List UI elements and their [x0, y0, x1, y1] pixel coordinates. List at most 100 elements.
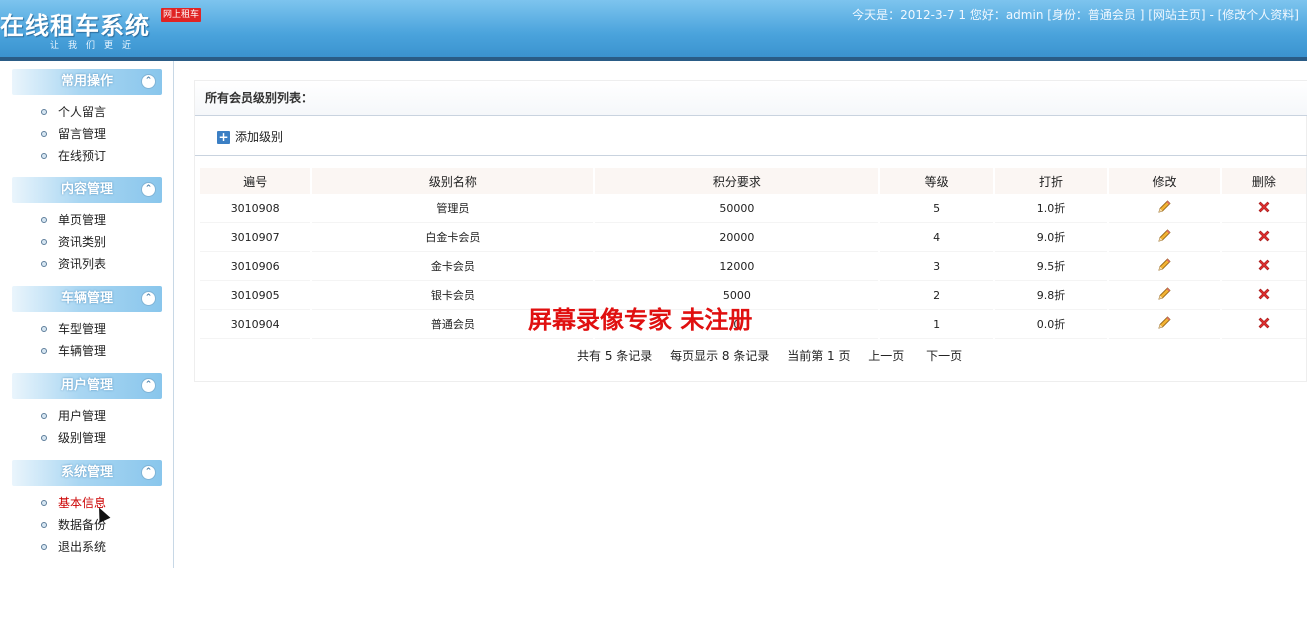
collapse-icon[interactable]: ⌃: [141, 465, 156, 480]
cell-level: 5: [880, 194, 993, 223]
delete-icon[interactable]: [1256, 199, 1272, 215]
bullet-icon: [41, 131, 47, 137]
cell-delete: [1221, 223, 1306, 252]
cell-level-name[interactable]: 金卡会员: [312, 252, 594, 281]
pager-current: 当前第 1 页: [787, 349, 851, 363]
menu-title-common[interactable]: 常用操作 ⌃: [12, 69, 162, 95]
cell-discount: 0.0折: [994, 310, 1108, 339]
cell-id: 3010905: [200, 281, 311, 310]
profile-link[interactable]: [修改个人资料]: [1218, 8, 1299, 22]
cell-level: 2: [880, 281, 993, 310]
menu-title-vehicle[interactable]: 车辆管理 ⌃: [12, 286, 162, 312]
cell-discount: 9.5折: [994, 252, 1108, 281]
bullet-icon: [41, 544, 47, 550]
menu-item-level-manage[interactable]: 级别管理: [12, 427, 162, 449]
cell-level-name[interactable]: 白金卡会员: [312, 223, 594, 252]
logo-slogan: 让我们更近: [50, 41, 141, 51]
table-row: 3010907 白金卡会员 20000 4 9.0折: [200, 223, 1306, 252]
cell-id: 3010904: [200, 310, 311, 339]
menu-item-car-model[interactable]: 车型管理: [12, 318, 162, 340]
pager-per-page: 每页显示 8 条记录: [670, 349, 770, 363]
sidebar: 常用操作 ⌃ 个人留言 留言管理 在线预订 内容管理 ⌃ 单页管理 资讯类别 资讯列…: [0, 61, 174, 568]
level-table: 遍号 级别名称 积分要求 等级 打折 修改 删除 3010908 管理员 50000…: [198, 168, 1307, 339]
menu-item-data-backup[interactable]: 数据备份: [12, 514, 162, 536]
cell-delete: [1221, 194, 1306, 223]
col-header-delete: 删除: [1221, 168, 1306, 194]
main-panel: 所有会员级别列表： + 添加级别 遍号 级别名称 积分要求 等级 打折 修改 删除…: [194, 80, 1307, 382]
next-page-link[interactable]: 下一页: [926, 349, 962, 363]
logo-text: 在线租车系统: [0, 12, 150, 40]
menu-group-content: 内容管理 ⌃ 单页管理 资讯类别 资讯列表: [12, 177, 162, 275]
collapse-icon[interactable]: ⌃: [141, 291, 156, 306]
menu-item-vehicle-manage[interactable]: 车辆管理: [12, 340, 162, 362]
cell-edit: [1109, 223, 1220, 252]
cell-discount: 9.0折: [994, 223, 1108, 252]
cell-level: 4: [880, 223, 993, 252]
menu-item-news-list[interactable]: 资讯列表: [12, 253, 162, 275]
menu-title-content[interactable]: 内容管理 ⌃: [12, 177, 162, 203]
pencil-icon[interactable]: [1156, 199, 1172, 215]
cell-id: 3010906: [200, 252, 311, 281]
menu-group-common: 常用操作 ⌃ 个人留言 留言管理 在线预订: [12, 69, 162, 167]
menu-title-user[interactable]: 用户管理 ⌃: [12, 373, 162, 399]
bullet-icon: [41, 413, 47, 419]
delete-icon[interactable]: [1256, 228, 1272, 244]
pencil-icon[interactable]: [1156, 257, 1172, 273]
pencil-icon[interactable]: [1156, 286, 1172, 302]
collapse-icon[interactable]: ⌃: [141, 182, 156, 197]
menu-item-online-booking[interactable]: 在线预订: [12, 145, 162, 167]
delete-icon[interactable]: [1256, 286, 1272, 302]
home-link[interactable]: [网站主页]: [1148, 8, 1205, 22]
col-header-edit: 修改: [1109, 168, 1220, 194]
menu-item-logout[interactable]: 退出系统: [12, 536, 162, 558]
cell-points: 20000: [595, 223, 879, 252]
table-row: 3010904 普通会员 0 1 0.0折: [200, 310, 1306, 339]
add-level-label: 添加级别: [235, 130, 284, 144]
menu-item-news-category[interactable]: 资讯类别: [12, 231, 162, 253]
menu-title-system[interactable]: 系统管理 ⌃: [12, 460, 162, 486]
bullet-icon: [41, 326, 47, 332]
pagination: 共有 5 条记录 每页显示 8 条记录 当前第 1 页 上一页 下一页: [195, 347, 1307, 364]
header-bar: 在线租车系统 网上租车 让我们更近 今天是：2012-3-7 1 您好：admi…: [0, 0, 1307, 57]
menu-item-user-manage[interactable]: 用户管理: [12, 405, 162, 427]
delete-icon[interactable]: [1256, 315, 1272, 331]
menu-group-vehicle: 车辆管理 ⌃ 车型管理 车辆管理: [12, 286, 162, 362]
menu-item-personal-message[interactable]: 个人留言: [12, 101, 162, 123]
cell-edit: [1109, 310, 1220, 339]
col-header-name: 级别名称: [312, 168, 594, 194]
collapse-icon[interactable]: ⌃: [141, 378, 156, 393]
bullet-icon: [41, 261, 47, 267]
collapse-icon[interactable]: ⌃: [141, 74, 156, 89]
bullet-icon: [41, 153, 47, 159]
menu-item-single-page[interactable]: 单页管理: [12, 209, 162, 231]
cell-points: 12000: [595, 252, 879, 281]
cell-delete: [1221, 281, 1306, 310]
table-divider: [195, 155, 1307, 156]
cell-discount: 1.0折: [994, 194, 1108, 223]
user-info: 今天是：2012-3-7 1 您好：admin [身份：普通会员 ] [网站主页…: [852, 6, 1299, 23]
pager-total: 共有 5 条记录: [577, 349, 653, 363]
delete-icon[interactable]: [1256, 257, 1272, 273]
panel-title: 所有会员级别列表：: [195, 81, 1307, 116]
greeting-text: 您好：admin [身份：普通会员 ]: [969, 8, 1145, 22]
cell-level-name[interactable]: 管理员: [312, 194, 594, 223]
prev-page-link[interactable]: 上一页: [868, 349, 904, 363]
cell-level: 1: [880, 310, 993, 339]
cell-level: 3: [880, 252, 993, 281]
pencil-icon[interactable]: [1156, 228, 1172, 244]
plus-icon: +: [217, 130, 230, 144]
table-row: 3010906 金卡会员 12000 3 9.5折: [200, 252, 1306, 281]
menu-item-basic-info[interactable]: 基本信息: [12, 492, 162, 514]
col-header-points: 积分要求: [595, 168, 879, 194]
menu-item-message-manage[interactable]: 留言管理: [12, 123, 162, 145]
add-level-button[interactable]: + 添加级别: [217, 128, 283, 146]
separator: -: [1209, 8, 1214, 22]
logo-badge: 网上租车: [161, 8, 202, 22]
menu-group-user: 用户管理 ⌃ 用户管理 级别管理: [12, 373, 162, 449]
current-date: 2012-3-7 1: [900, 8, 966, 22]
today-label: 今天是：: [852, 8, 901, 22]
col-header-level: 等级: [880, 168, 993, 194]
table-header-row: 遍号 级别名称 积分要求 等级 打折 修改 删除: [200, 168, 1306, 194]
pencil-icon[interactable]: [1156, 315, 1172, 331]
cell-discount: 9.8折: [994, 281, 1108, 310]
